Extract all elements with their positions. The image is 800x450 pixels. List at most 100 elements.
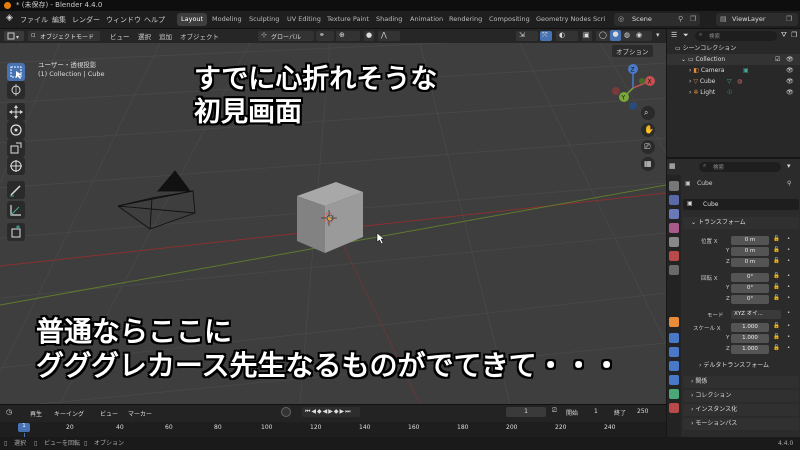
shading-options-icon[interactable]: ▾ xyxy=(656,31,660,39)
tab-geometry-nodes[interactable]: Geometry Nodes xyxy=(532,13,595,26)
collection-tab-icon[interactable] xyxy=(669,265,679,275)
tool-tab-icon[interactable] xyxy=(669,181,679,191)
tab-animation[interactable]: Animation xyxy=(406,13,447,26)
start-frame-field[interactable]: 1 xyxy=(594,408,598,415)
menu-help[interactable]: ヘルプ xyxy=(144,15,165,25)
outliner-filter-icon[interactable]: ⛛ xyxy=(781,31,787,40)
light-data-icon[interactable]: ☉ xyxy=(727,87,732,98)
outliner-row-light[interactable]: › ✲ Light ☉ 👁 xyxy=(667,87,800,98)
options-icon[interactable]: ▾ xyxy=(787,162,791,170)
menu-render[interactable]: レンダー xyxy=(72,15,100,25)
keyframe-dot-icon[interactable]: • xyxy=(787,295,790,301)
view-layer-tab-icon[interactable] xyxy=(669,223,679,233)
tab-compositing[interactable]: Compositing xyxy=(485,13,534,26)
eye-icon[interactable]: 👁 xyxy=(786,76,794,87)
cursor-tool[interactable] xyxy=(7,81,25,99)
snap-button[interactable]: ⊕ xyxy=(336,31,360,41)
scale-y-field[interactable]: 1.000 xyxy=(731,334,769,343)
keyframe-dot-icon[interactable]: • xyxy=(787,334,790,340)
physics-tab-icon[interactable] xyxy=(669,361,679,371)
collections-section[interactable]: › コレクション xyxy=(683,390,799,402)
scene-selector[interactable]: ◎ Scene ⚲ ❐ xyxy=(614,13,700,26)
eye-icon[interactable]: 👁 xyxy=(786,54,794,65)
location-y-field[interactable]: 0 m xyxy=(731,247,769,256)
motion-paths-section[interactable]: › モーションパス xyxy=(683,418,799,430)
material-shading-icon[interactable]: ◍ xyxy=(624,31,630,39)
mesh-data-icon[interactable]: ▽ xyxy=(727,76,732,87)
visibility-dropdown[interactable]: ⇲ xyxy=(516,31,538,41)
mode-dropdown[interactable]: ▫ オブジェクトモード xyxy=(28,31,100,41)
tab-uv-editing[interactable]: UV Editing xyxy=(283,13,325,26)
options-dropdown[interactable]: オプション xyxy=(612,45,653,57)
render-tab-icon[interactable] xyxy=(669,195,679,205)
eye-icon[interactable]: 👁 xyxy=(786,65,794,76)
outliner-row-scene-collection[interactable]: ▭ シーンコレクション xyxy=(667,43,800,54)
lock-icon[interactable]: 🔓 xyxy=(773,273,780,279)
rendered-shading-icon[interactable]: ◉ xyxy=(636,31,642,39)
zoom-button[interactable]: ⌕ xyxy=(641,106,655,120)
material-tab-icon[interactable] xyxy=(669,403,679,413)
rotation-z-field[interactable]: 0° xyxy=(731,295,769,304)
object-name-field[interactable]: ▣ Cube xyxy=(683,199,799,210)
constraints-tab-icon[interactable] xyxy=(669,375,679,385)
menu-view[interactable]: ビュー xyxy=(110,31,130,41)
perspective-toggle-button[interactable]: ▦ xyxy=(641,157,655,171)
outliner-row-camera[interactable]: › ◧ Camera ▣ 👁 xyxy=(667,65,800,76)
proportional-edit-button[interactable]: ● xyxy=(364,31,374,41)
outliner-row-collection[interactable]: ⌄ ▭ Collection ☑ 👁 xyxy=(667,54,800,65)
delta-transform-section[interactable]: › デルタトランスフォーム xyxy=(683,360,799,372)
new-collection-icon[interactable]: ❐ xyxy=(791,31,797,39)
menu-keying[interactable]: キーイング xyxy=(54,409,84,418)
properties-editor-icon[interactable]: ▦ xyxy=(669,162,676,170)
menu-add[interactable]: 追加 xyxy=(159,31,172,41)
menu-edit[interactable]: 編集 xyxy=(52,15,66,25)
camera-data-icon[interactable]: ▣ xyxy=(743,65,749,76)
tab-scripting[interactable]: Scri xyxy=(589,13,609,26)
lock-icon[interactable]: 🔓 xyxy=(773,295,780,301)
annotate-tool[interactable] xyxy=(7,181,25,199)
wireframe-shading-icon[interactable]: ◯ xyxy=(599,31,607,39)
tab-layout[interactable]: Layout xyxy=(177,13,208,26)
editor-type-button[interactable]: ▾ xyxy=(4,31,24,41)
lock-icon[interactable]: 🔓 xyxy=(773,323,780,329)
relations-section[interactable]: › 関係 xyxy=(683,376,799,388)
rotation-y-field[interactable]: 0° xyxy=(731,284,769,293)
move-tool[interactable] xyxy=(7,103,25,121)
modifier-tab-icon[interactable] xyxy=(669,333,679,343)
particles-tab-icon[interactable] xyxy=(669,347,679,357)
blender-menu-icon[interactable]: ◈ xyxy=(6,13,13,23)
new-scene-icon[interactable]: ❐ xyxy=(690,15,696,23)
next-key-icon[interactable]: ◆▶ xyxy=(334,408,345,415)
scale-x-field[interactable]: 1.000 xyxy=(731,323,769,332)
solid-shading-icon[interactable]: ● xyxy=(610,30,621,41)
camera-view-button[interactable]: ⎚ xyxy=(641,140,655,154)
keyframe-dot-icon[interactable]: • xyxy=(787,247,790,253)
scale-z-field[interactable]: 1.000 xyxy=(731,345,769,354)
xray-toggle[interactable]: ▣ xyxy=(582,31,592,41)
lock-icon[interactable]: 🔓 xyxy=(773,284,780,290)
keyframe-dot-icon[interactable]: • xyxy=(787,236,790,242)
location-x-field[interactable]: 0 m xyxy=(731,236,769,245)
camera-icon[interactable]: ⎚ xyxy=(552,407,557,415)
filter-icon[interactable]: ⏷ xyxy=(683,31,689,40)
add-cube-tool[interactable] xyxy=(7,223,25,241)
world-tab-icon[interactable] xyxy=(669,251,679,261)
rotate-tool[interactable] xyxy=(7,121,25,139)
instancing-section[interactable]: › インスタンス化 xyxy=(683,404,799,416)
output-tab-icon[interactable] xyxy=(669,209,679,219)
checkbox-icon[interactable]: ☑ xyxy=(775,54,780,65)
keyframe-dot-icon[interactable]: • xyxy=(787,284,790,290)
menu-marker[interactable]: マーカー xyxy=(128,409,152,418)
properties-search-input[interactable]: ⌕ 検索 xyxy=(699,162,781,172)
tab-modeling[interactable]: Modeling xyxy=(208,13,246,26)
falloff-dropdown[interactable]: ⋀ xyxy=(378,31,400,41)
data-tab-icon[interactable] xyxy=(669,389,679,399)
playhead-frame[interactable]: 1 xyxy=(18,423,30,432)
gizmo-toggle[interactable]: ⤧ xyxy=(540,31,552,41)
overlay-toggle[interactable]: ◐ xyxy=(556,31,578,41)
3d-viewport[interactable]: ユーザー・透視投影 (1) Collection | Cube X Y Z ⌕ … xyxy=(0,43,666,404)
lock-icon[interactable]: 🔓 xyxy=(773,345,780,351)
location-z-field[interactable]: 0 m xyxy=(731,258,769,267)
menu-select[interactable]: 選択 xyxy=(138,31,151,41)
transform-section-header[interactable]: ⌄ トランスフォーム xyxy=(683,217,799,229)
